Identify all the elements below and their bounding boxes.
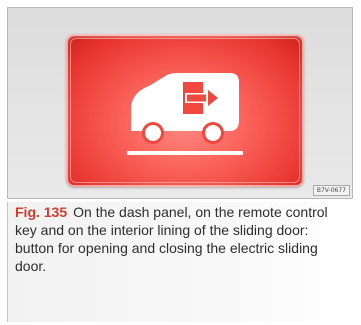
document-page: B7V-0677 Fig. 135 On the dash panel, on t… [0, 0, 361, 325]
figure-reference-code: B7V-0677 [312, 185, 350, 196]
figure-illustration: B7V-0677 [7, 7, 353, 199]
sliding-door-button [66, 34, 304, 187]
figure-caption: Fig. 135 On the dash panel, on the remote… [7, 202, 353, 322]
figure-number: Fig. 135 [15, 204, 68, 220]
van-sliding-door-icon [127, 73, 243, 155]
